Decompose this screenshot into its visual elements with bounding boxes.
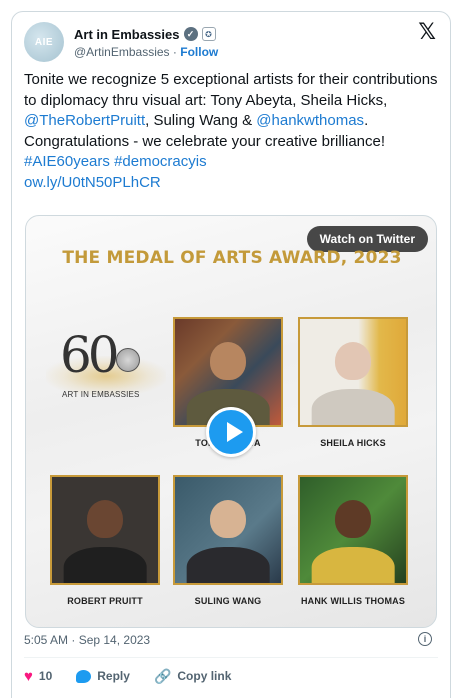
action-bar: ♥ 10 Reply 🔗 Copy link <box>24 666 255 686</box>
photo-robert-pruitt <box>50 475 160 585</box>
award-title: THE MEDAL OF ARTS AWARD, 2023 <box>62 248 402 268</box>
tweet-text-part: , Suling Wang & <box>145 112 257 129</box>
heart-icon: ♥ <box>24 667 33 685</box>
photo-suling-wang <box>173 475 283 585</box>
hashtag-democracyis[interactable]: #democracyis <box>114 153 207 170</box>
tweet-text-part: Congratulations - we celebrate your crea… <box>24 132 386 150</box>
copy-link-label: Copy link <box>177 669 232 683</box>
author-block: Art in Embassies ✓ ✪ @ArtinEmbassies · F… <box>74 25 218 61</box>
hashtag-aie60years[interactable]: #AIE60years <box>24 153 110 170</box>
tweet-text-part: Tonite we recognize 5 exceptional artist… <box>24 71 438 109</box>
caption-robert-pruitt: ROBERT PRUITT <box>67 596 143 606</box>
caption-sheila-hicks: SHEILA HICKS <box>320 438 386 448</box>
reply-label: Reply <box>97 669 130 683</box>
video-media[interactable]: Watch on Twitter THE MEDAL OF ARTS AWARD… <box>25 215 437 628</box>
photo-hank-willis-thomas <box>298 475 408 585</box>
verified-badge-icon: ✓ <box>183 27 198 41</box>
play-button-icon[interactable] <box>206 407 256 457</box>
logo-number: 60 <box>60 326 120 384</box>
affiliate-seal-icon[interactable]: ✪ <box>201 27 216 41</box>
tweet-text: Tonite we recognize 5 exceptional artist… <box>24 70 444 193</box>
copy-link-button[interactable]: 🔗 Copy link <box>154 668 231 685</box>
reply-button[interactable]: Reply <box>76 669 130 683</box>
logo-subtitle: ART IN EMBASSIES <box>62 390 140 399</box>
caption-suling-wang: SULING WANG <box>194 596 262 606</box>
state-seal-icon <box>116 348 140 372</box>
tweet-text-part: . <box>364 112 369 129</box>
handle-row: @ArtinEmbassies · Follow <box>74 45 218 61</box>
tweet-timestamp[interactable]: 5:05 AM · Sep 14, 2023 <box>24 633 150 647</box>
reply-icon <box>76 669 92 683</box>
tweet-card: AIE Art in Embassies ✓ ✪ @ArtinEmbassies… <box>11 11 451 698</box>
tweet-url-link[interactable]: ow.ly/U0tN50PLhCR <box>24 174 161 191</box>
author-name[interactable]: Art in Embassies <box>74 27 180 42</box>
x-logo-icon[interactable]: 𝕏 <box>418 20 436 45</box>
avatar[interactable]: AIE <box>24 22 64 62</box>
mention-robert-pruitt[interactable]: @TheRobertPruitt <box>24 112 145 129</box>
info-icon[interactable]: i <box>418 632 432 646</box>
avatar-logo: AIE <box>34 36 54 48</box>
caption-hank-willis-thomas: HANK WILLIS THOMAS <box>300 596 406 606</box>
like-count: 10 <box>38 669 53 683</box>
aie-60-logo: 60 ART IN EMBASSIES <box>46 326 166 411</box>
link-icon: 🔗 <box>153 667 172 684</box>
like-button[interactable]: ♥ 10 <box>24 668 52 685</box>
photo-sheila-hicks <box>298 317 408 427</box>
follow-button[interactable]: Follow <box>180 45 218 59</box>
separator-dot: · <box>172 45 177 59</box>
author-handle[interactable]: @ArtinEmbassies <box>74 45 170 59</box>
mention-hank-thomas[interactable]: @hankwthomas <box>256 112 364 129</box>
name-row: Art in Embassies ✓ ✪ <box>74 25 218 43</box>
divider <box>24 657 438 658</box>
